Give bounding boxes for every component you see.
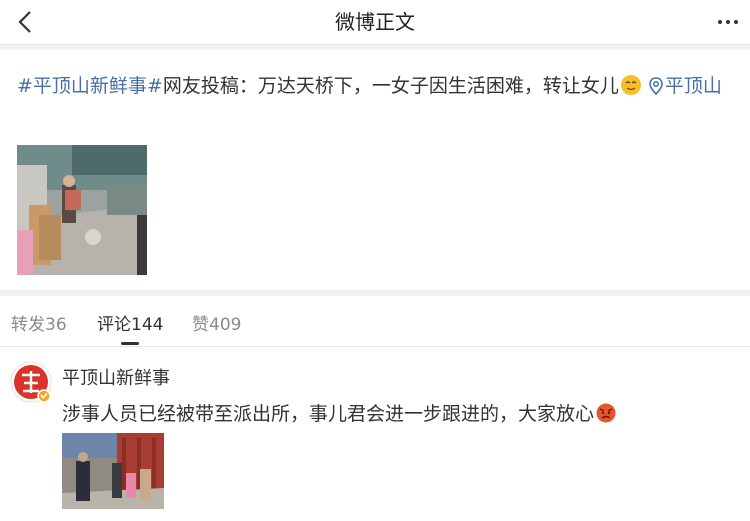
active-tab-indicator [121, 342, 139, 345]
location-pin-icon [649, 77, 663, 95]
more-dots-icon[interactable] [714, 10, 742, 34]
angry-face-emoji-icon [596, 403, 616, 423]
post-photo[interactable] [17, 145, 147, 275]
comment-text: 涉事人员已经被带至派出所，事儿君会进一步跟进的，大家放心 [62, 399, 616, 426]
tab-repost[interactable]: 转发36 [11, 310, 67, 335]
post-text: #平顶山新鲜事#网友投稿：万达天桥下，一女子因生活困难，转让女儿 平顶山 [17, 70, 739, 102]
comment-body-text: 涉事人员已经被带至派出所，事儿君会进一步跟进的，大家放心 [62, 403, 595, 425]
comment-item: 平顶山新鲜事 涉事人员已经被带至派出所，事儿君会进一步跟进的，大家放心 [0, 347, 750, 521]
avatar[interactable] [10, 361, 52, 403]
top-navbar: 微博正文 [0, 0, 750, 45]
comment-username[interactable]: 平顶山新鲜事 [62, 364, 170, 390]
interaction-tabs: 转发36 评论144 赞409 [0, 296, 750, 347]
tab-like[interactable]: 赞409 [192, 310, 241, 335]
dizzy-face-emoji-icon [620, 75, 641, 95]
location-link[interactable]: 平顶山 [665, 75, 722, 97]
comment-photo[interactable] [62, 433, 164, 509]
page-title: 微博正文 [335, 10, 415, 34]
post-body-text: 网友投稿：万达天桥下，一女子因生活困难，转让女儿 [162, 75, 619, 97]
post-card: #平顶山新鲜事#网友投稿：万达天桥下，一女子因生活困难，转让女儿 平顶山 [0, 50, 750, 290]
tab-comment[interactable]: 评论144 [97, 310, 163, 335]
topic-link[interactable]: #平顶山新鲜事# [17, 75, 163, 97]
